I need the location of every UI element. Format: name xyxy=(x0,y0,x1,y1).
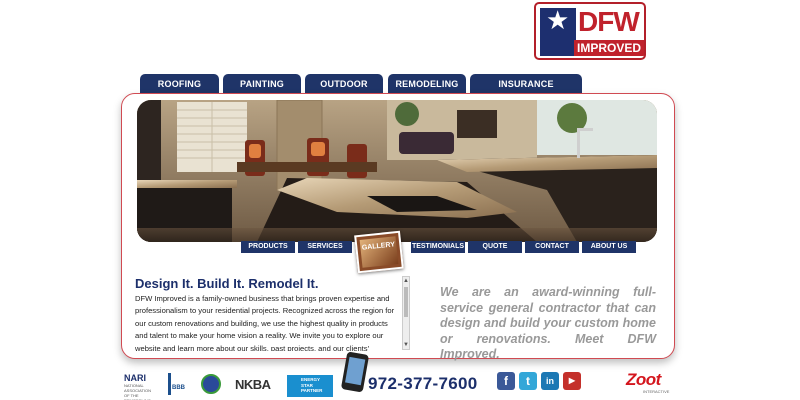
logo-text-improved: IMPROVED xyxy=(574,40,644,56)
content-scrollbar[interactable]: ▲ ▼ xyxy=(402,276,410,350)
zoot-logo[interactable]: Zoot xyxy=(626,370,661,390)
scroll-up-arrow-icon[interactable]: ▲ xyxy=(403,277,409,285)
linkedin-icon[interactable]: in xyxy=(541,372,559,390)
smartphone-icon xyxy=(341,352,369,392)
logo-flag: ★ xyxy=(540,8,576,56)
tab-remodeling[interactable]: REMODELING xyxy=(388,74,466,94)
angies-list-badge-icon[interactable] xyxy=(201,374,221,394)
star-icon: ★ xyxy=(546,6,570,36)
subnav-about-us[interactable]: ABOUT US xyxy=(582,241,636,253)
bbb-logo-text: BBB xyxy=(172,385,185,391)
nari-logo-text: NARI xyxy=(124,373,146,383)
twitter-icon[interactable]: t xyxy=(519,372,537,390)
nari-logo-subtext: NATIONAL ASSOCIATION OF THE REMODELING I… xyxy=(124,383,152,400)
hero-kitchen-image xyxy=(137,100,657,242)
tab-roofing[interactable]: ROOFING xyxy=(140,74,219,94)
tab-outdoor-living[interactable]: OUTDOOR LIVING xyxy=(305,74,383,109)
content-heading: Design It. Build It. Remodel It. xyxy=(135,276,319,291)
nari-logo[interactable]: NARI NATIONAL ASSOCIATION OF THE REMODEL… xyxy=(124,373,156,400)
subnav-quote[interactable]: QUOTE xyxy=(468,241,522,253)
youtube-icon[interactable]: ▶ xyxy=(563,372,581,390)
phone-number[interactable]: 972-377-7600 xyxy=(368,374,477,394)
content-body: DFW Improved is a family-owned business … xyxy=(135,294,395,351)
page: ★ DFW IMPROVED ROOFING PAINTING OUTDOOR … xyxy=(0,0,800,400)
tagline: We are an award-winning full-service gen… xyxy=(440,285,656,361)
nkba-logo[interactable]: NKBA xyxy=(235,377,271,392)
zoot-logo-subtext: INTERACTIVE xyxy=(643,389,670,394)
bbb-logo[interactable]: BBB xyxy=(168,373,185,395)
scroll-thumb[interactable] xyxy=(404,287,408,317)
subnav-products[interactable]: PRODUCTS xyxy=(241,241,295,253)
subnav-contact[interactable]: CONTACT xyxy=(525,241,579,253)
subnav-services[interactable]: SERVICES xyxy=(298,241,352,253)
dfw-improved-logo[interactable]: ★ DFW IMPROVED xyxy=(534,2,646,60)
subnav-gallery[interactable]: GALLERY xyxy=(354,230,404,274)
logo-text-dfw: DFW xyxy=(578,6,640,37)
subnav-testimonials[interactable]: TESTIMONIALS xyxy=(411,241,465,253)
footer: NARI NATIONAL ASSOCIATION OF THE REMODEL… xyxy=(0,352,800,400)
facebook-icon[interactable]: f xyxy=(497,372,515,390)
tab-painting[interactable]: PAINTING xyxy=(223,74,301,94)
scroll-down-arrow-icon[interactable]: ▼ xyxy=(403,341,409,349)
kitchen-illustration xyxy=(137,100,657,242)
tab-insurance-restoration[interactable]: INSURANCE RESTORATION xyxy=(470,74,582,109)
energy-star-logo[interactable]: ENERGY STAR PARTNER xyxy=(287,375,333,397)
